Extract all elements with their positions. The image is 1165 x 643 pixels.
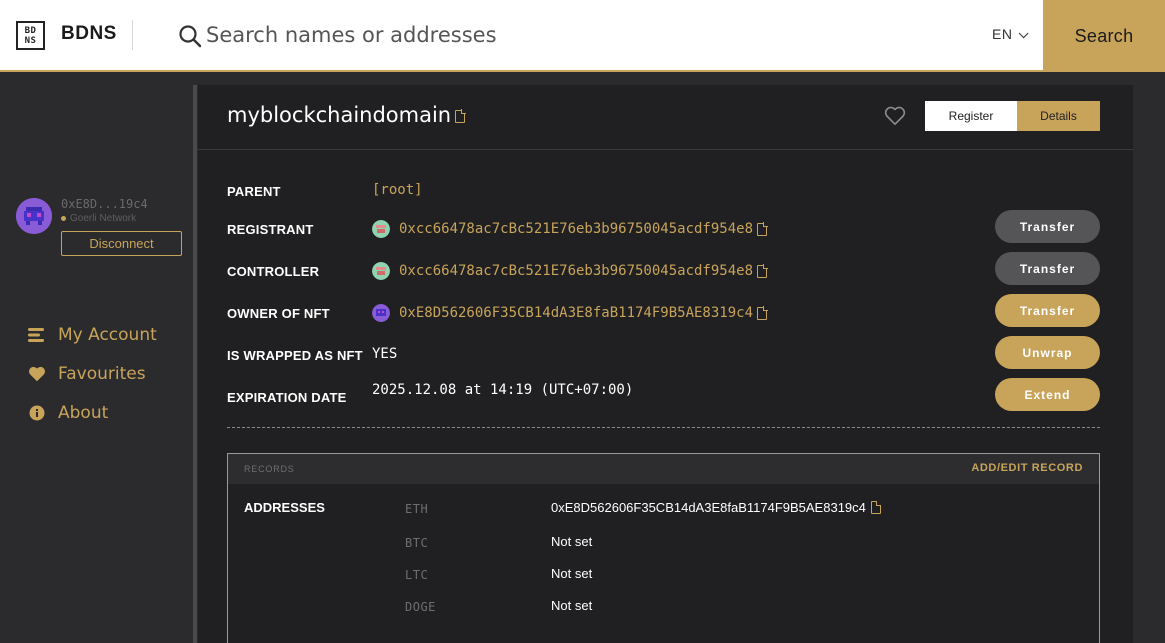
expiration-value: 2025.12.08 at 14:19 (UTC+07:00) bbox=[372, 382, 634, 398]
controller-value: 0xcc66478ac7cBc521E76eb3b96750045acdf954… bbox=[372, 262, 768, 280]
copy-icon[interactable] bbox=[455, 109, 466, 123]
logo-text-top: BD bbox=[24, 26, 37, 36]
copy-icon[interactable] bbox=[757, 306, 768, 320]
controller-address[interactable]: 0xcc66478ac7cBc521E76eb3b96750045acdf954… bbox=[399, 263, 753, 279]
coin-value-btc: Not set bbox=[551, 534, 593, 549]
sidebar-scrollbar[interactable] bbox=[193, 85, 197, 643]
avatar-pattern-icon bbox=[16, 198, 52, 234]
eth-address[interactable]: 0xE8D562606F35CB14dA3E8faB1174F9B5AE8319… bbox=[551, 500, 866, 515]
extend-button[interactable]: Extend bbox=[995, 378, 1100, 411]
disconnect-button[interactable]: Disconnect bbox=[61, 231, 182, 256]
top-bar: BD NS BDNS EN Search bbox=[0, 0, 1165, 72]
add-edit-record-button[interactable]: ADD/EDIT RECORD bbox=[971, 462, 1083, 474]
owner-nft-address[interactable]: 0xE8D562606F35CB14dA3E8faB1174F9B5AE8319… bbox=[399, 305, 753, 321]
coin-value-doge: Not set bbox=[551, 598, 593, 613]
language-label: EN bbox=[992, 26, 1013, 42]
nav-about[interactable]: About bbox=[28, 401, 108, 425]
search-input[interactable] bbox=[206, 16, 906, 54]
parent-link[interactable]: [root] bbox=[372, 182, 423, 198]
coin-label-ltc: LTC bbox=[405, 568, 429, 582]
addresses-label: ADDRESSES bbox=[244, 500, 325, 515]
nav-favourites[interactable]: Favourites bbox=[28, 362, 146, 386]
language-selector[interactable]: EN bbox=[992, 26, 1030, 42]
nav-label: About bbox=[58, 403, 109, 423]
domain-details-panel: myblockchaindomain Register Details PARE… bbox=[198, 85, 1133, 643]
domain-title: myblockchaindomain bbox=[227, 103, 466, 127]
search-icon bbox=[179, 25, 202, 48]
controller-transfer-button[interactable]: Transfer bbox=[995, 252, 1100, 285]
records-title: RECORDS bbox=[244, 464, 295, 474]
registrant-address[interactable]: 0xcc66478ac7cBc521E76eb3b96750045acdf954… bbox=[399, 221, 753, 237]
network-indicator: Goerli Network bbox=[61, 213, 136, 224]
bdns-logo[interactable]: BD NS bbox=[16, 21, 45, 50]
logo-text-bottom: NS bbox=[24, 36, 37, 46]
heart-icon bbox=[28, 365, 46, 383]
nav-label: Favourites bbox=[58, 364, 146, 384]
registrant-value: 0xcc66478ac7cBc521E76eb3b96750045acdf954… bbox=[372, 220, 768, 238]
records-header: RECORDS ADD/EDIT RECORD bbox=[228, 454, 1099, 484]
wrapped-label: IS WRAPPED AS NFT bbox=[227, 348, 363, 363]
account-avatar bbox=[16, 198, 52, 234]
copy-icon[interactable] bbox=[757, 264, 768, 278]
expiration-label: EXPIRATION DATE bbox=[227, 390, 347, 405]
sidebar bbox=[0, 72, 193, 643]
registrant-avatar bbox=[372, 220, 390, 238]
tab-register[interactable]: Register bbox=[925, 101, 1017, 131]
copy-icon[interactable] bbox=[870, 500, 882, 514]
network-status-dot bbox=[61, 215, 66, 221]
network-name: Goerli Network bbox=[70, 213, 137, 224]
owner-nft-value: 0xE8D562606F35CB14dA3E8faB1174F9B5AE8319… bbox=[372, 304, 768, 322]
account-icon bbox=[28, 326, 46, 344]
owner-nft-transfer-button[interactable]: Transfer bbox=[995, 294, 1100, 327]
nav-label: My Account bbox=[58, 325, 157, 345]
records-section: RECORDS ADD/EDIT RECORD ADDRESSES ETH 0x… bbox=[227, 453, 1100, 643]
panel-header: myblockchaindomain Register Details bbox=[198, 85, 1133, 150]
info-icon bbox=[28, 404, 46, 422]
header-divider bbox=[132, 20, 133, 50]
nav-my-account[interactable]: My Account bbox=[28, 323, 157, 347]
coin-label-eth: ETH bbox=[405, 502, 429, 516]
controller-label: CONTROLLER bbox=[227, 264, 320, 279]
tab-details[interactable]: Details bbox=[1017, 101, 1100, 131]
account-address: 0xE8D...19c4 bbox=[61, 197, 148, 211]
registrant-label: REGISTRANT bbox=[227, 222, 314, 237]
search-button[interactable]: Search bbox=[1043, 0, 1165, 72]
owner-nft-label: OWNER OF NFT bbox=[227, 306, 330, 321]
wrapped-value: YES bbox=[372, 346, 398, 362]
coin-value-ltc: Not set bbox=[551, 566, 593, 581]
unwrap-button[interactable]: Unwrap bbox=[995, 336, 1100, 369]
coin-label-doge: DOGE bbox=[405, 600, 436, 614]
parent-value[interactable]: [root] bbox=[372, 182, 423, 198]
favourite-heart-icon[interactable] bbox=[884, 106, 906, 126]
section-divider bbox=[227, 427, 1100, 428]
brand-name[interactable]: BDNS bbox=[61, 23, 117, 45]
chevron-down-icon bbox=[1019, 28, 1030, 39]
coin-label-btc: BTC bbox=[405, 536, 429, 550]
parent-label: PARENT bbox=[227, 184, 281, 199]
controller-avatar bbox=[372, 262, 390, 280]
coin-value-eth: 0xE8D562606F35CB14dA3E8faB1174F9B5AE8319… bbox=[551, 500, 882, 515]
domain-name: myblockchaindomain bbox=[227, 103, 452, 127]
registrant-transfer-button[interactable]: Transfer bbox=[995, 210, 1100, 243]
owner-avatar bbox=[372, 304, 390, 322]
copy-icon[interactable] bbox=[757, 222, 768, 236]
